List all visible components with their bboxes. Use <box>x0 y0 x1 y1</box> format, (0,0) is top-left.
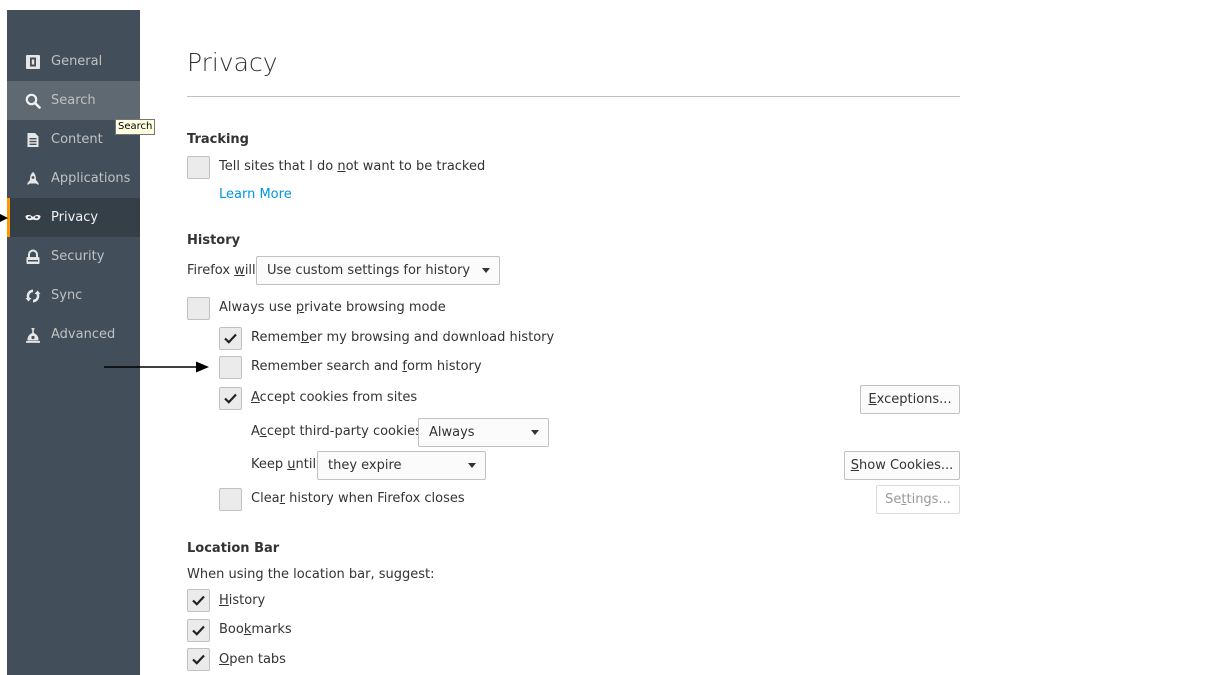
keep-until-label: Keep until: <box>251 457 321 472</box>
history-mode-select[interactable]: Use custom settings for history <box>256 256 500 285</box>
learn-more-link[interactable]: Learn More <box>219 187 292 202</box>
location-bar-heading: Location Bar <box>187 541 280 556</box>
sidebar-item-label: Advanced <box>51 327 116 342</box>
sidebar-item-label: Privacy <box>51 210 99 225</box>
form-history-checkbox[interactable] <box>219 356 242 379</box>
sidebar: General Search Content Applications Priv… <box>7 10 140 675</box>
browsing-history-label[interactable]: Remember my browsing and download histor… <box>251 330 554 345</box>
exceptions-button[interactable]: Exceptions... <box>860 385 960 414</box>
form-history-label[interactable]: Remember search and form history <box>251 359 482 374</box>
sidebar-item-label: General <box>51 54 103 69</box>
chevron-down-icon <box>468 463 476 468</box>
sidebar-item-label: Content <box>51 132 103 147</box>
tracking-heading: Tracking <box>187 132 249 147</box>
suggest-open-tabs-checkbox[interactable] <box>187 648 210 671</box>
checkmark-icon <box>224 393 237 404</box>
chevron-down-icon <box>482 268 490 273</box>
clear-history-label[interactable]: Clear history when Firefox closes <box>251 491 465 506</box>
tooltip: Search <box>115 119 156 135</box>
suggest-history-label[interactable]: History <box>219 593 265 608</box>
suggest-history-checkbox[interactable] <box>187 589 210 612</box>
annotation-arrow-privacy <box>0 214 8 222</box>
location-bar-subtitle: When using the location bar, suggest: <box>187 567 435 582</box>
checkmark-icon <box>192 654 205 665</box>
sidebar-item-applications[interactable]: Applications <box>7 159 140 198</box>
sidebar-item-label: Search <box>51 93 96 108</box>
firefox-will-label: Firefox will: <box>187 263 261 278</box>
advanced-icon <box>25 327 41 343</box>
page-title: Privacy <box>187 48 278 77</box>
sidebar-item-sync[interactable]: Sync <box>7 276 140 315</box>
security-icon <box>25 249 41 265</box>
sidebar-item-security[interactable]: Security <box>7 237 140 276</box>
private-browsing-label[interactable]: Always use private browsing mode <box>219 300 446 315</box>
content-icon <box>25 132 41 148</box>
show-cookies-button[interactable]: Show Cookies... <box>844 451 960 480</box>
sidebar-item-label: Sync <box>51 288 83 303</box>
keep-until-select[interactable]: they expire <box>317 451 486 480</box>
do-not-track-checkbox[interactable] <box>187 156 210 179</box>
accept-cookies-checkbox[interactable] <box>219 387 242 410</box>
third-party-cookies-label: Accept third-party cookies: <box>251 424 427 439</box>
sync-icon <box>25 288 41 304</box>
suggest-bookmarks-checkbox[interactable] <box>187 619 210 642</box>
third-party-cookies-select[interactable]: Always <box>418 418 549 447</box>
history-heading: History <box>187 233 241 248</box>
suggest-bookmarks-label[interactable]: Bookmarks <box>219 622 292 637</box>
checkmark-icon <box>224 333 237 344</box>
sidebar-item-advanced[interactable]: Advanced <box>7 315 140 354</box>
browsing-history-checkbox[interactable] <box>219 327 242 350</box>
accept-cookies-label[interactable]: Accept cookies from sites <box>251 390 417 405</box>
applications-icon <box>25 171 41 187</box>
chevron-down-icon <box>531 430 539 435</box>
sidebar-item-label: Security <box>51 249 105 264</box>
general-icon <box>25 54 41 70</box>
checkmark-icon <box>192 595 205 606</box>
clear-history-checkbox[interactable] <box>219 488 242 511</box>
annotation-arrow-form-history <box>104 361 209 373</box>
suggest-open-tabs-label[interactable]: Open tabs <box>219 652 286 667</box>
clear-history-settings-button[interactable]: Se t tings... <box>876 485 960 514</box>
sidebar-item-privacy[interactable]: Privacy <box>7 198 140 237</box>
sidebar-item-general[interactable]: General <box>7 42 140 81</box>
privacy-icon <box>25 210 41 226</box>
sidebar-item-label: Applications <box>51 171 131 186</box>
checkmark-icon <box>192 625 205 636</box>
sidebar-item-search[interactable]: Search <box>7 81 140 120</box>
title-divider <box>187 96 960 97</box>
search-icon <box>25 93 41 109</box>
do-not-track-label[interactable]: Tell sites that I do not want to be trac… <box>219 159 485 174</box>
private-browsing-checkbox[interactable] <box>187 297 210 320</box>
